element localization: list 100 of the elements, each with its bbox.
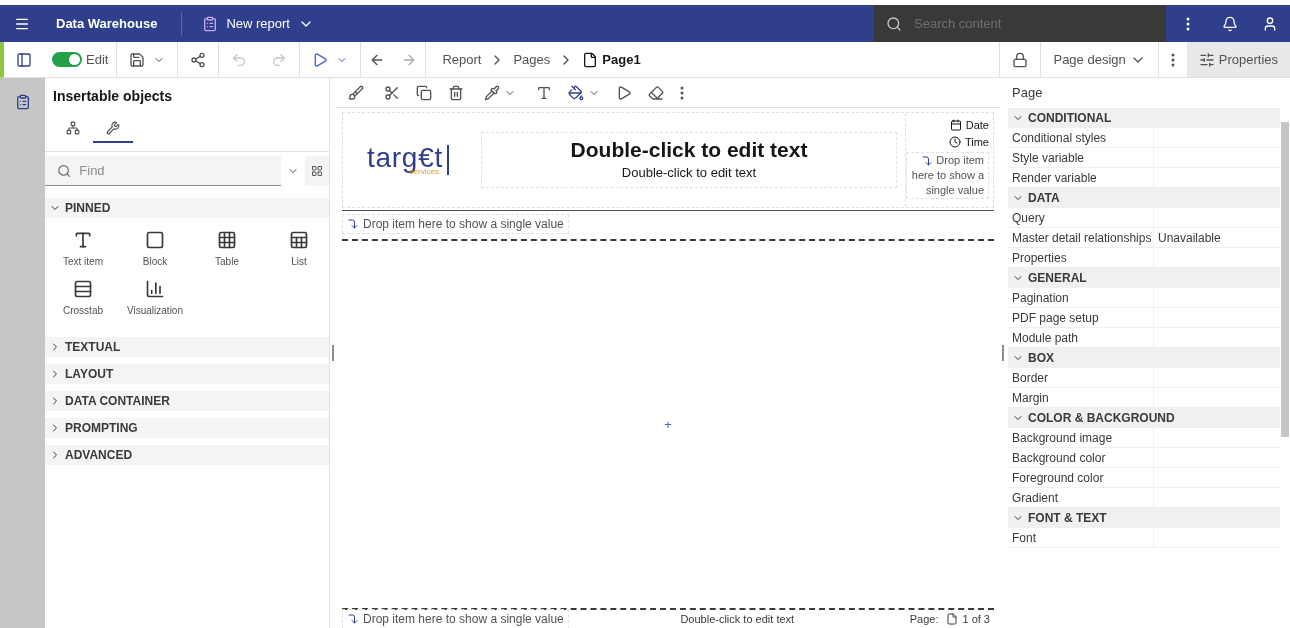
edit-toggle[interactable]: Edit <box>44 49 117 70</box>
copy-icon <box>416 84 432 101</box>
property-value: Unavailable <box>1157 229 1222 247</box>
panel-icon <box>16 51 32 68</box>
property-group-header[interactable]: FONT & TEXT <box>1008 508 1280 528</box>
time-field: Time <box>948 133 989 150</box>
sliders-icon <box>1198 51 1215 68</box>
wrench-icon <box>106 121 120 135</box>
text-item-icon <box>73 230 93 250</box>
crosstab-icon <box>73 279 93 299</box>
report-title-button[interactable]: New report <box>194 13 322 34</box>
arrow-icon <box>347 613 359 625</box>
undo-icon <box>231 51 248 68</box>
find-input[interactable]: Find <box>79 156 269 185</box>
property-name: Style variable <box>1008 148 1154 167</box>
breadcrumb-link[interactable]: Pages <box>513 49 551 70</box>
section-header[interactable]: ADVANCED <box>45 445 329 465</box>
insertable-item[interactable]: Table <box>197 230 257 269</box>
insertable-item[interactable]: Text item <box>53 230 113 269</box>
section-header[interactable]: DATA CONTAINER <box>45 391 329 411</box>
find-field[interactable]: Find <box>45 156 281 186</box>
insertable-item[interactable]: Block <box>125 230 185 269</box>
text-icon <box>536 84 552 101</box>
property-name: Font <box>1008 528 1154 547</box>
clock-icon <box>948 135 961 148</box>
more-icon <box>680 85 684 100</box>
table-icon <box>217 230 237 250</box>
app-name: Data Warehouse <box>55 14 159 33</box>
save-icon <box>129 51 146 68</box>
property-group-header[interactable]: GENERAL <box>1008 268 1280 288</box>
bar-chart-icon <box>145 279 165 299</box>
section-header[interactable]: PROMPTING <box>45 418 329 438</box>
page-icon <box>582 51 599 68</box>
drop-zone[interactable]: Drop item here to show a single value <box>342 609 569 628</box>
drop-zone[interactable]: Drop item here to show a single value <box>906 152 989 199</box>
property-group-header[interactable]: COLOR & BACKGROUND <box>1008 408 1280 428</box>
paint-bucket-icon <box>568 84 584 101</box>
property-name: Border <box>1008 368 1154 387</box>
footer-text[interactable]: Double-click to edit text <box>568 610 906 628</box>
drop-zone[interactable]: Drop item here to show a single value <box>342 214 569 234</box>
property-name: Render variable <box>1008 168 1154 187</box>
list-icon <box>289 230 309 250</box>
property-group-header[interactable]: CONDITIONAL <box>1008 108 1280 128</box>
view-dropdown[interactable]: Page design <box>1040 42 1158 77</box>
eraser-icon <box>648 84 664 101</box>
eyedropper-icon <box>484 84 500 101</box>
property-name: Module path <box>1008 328 1154 347</box>
insertable-item[interactable]: Crosstab <box>53 279 113 318</box>
breadcrumb-link[interactable]: Report <box>442 49 482 70</box>
property-group-header[interactable]: DATA <box>1008 188 1280 208</box>
calendar-icon <box>949 119 962 132</box>
property-group-header[interactable]: BOX <box>1008 348 1280 368</box>
bell-icon <box>1222 15 1238 32</box>
property-name: Properties <box>1008 248 1154 267</box>
redo-icon <box>271 51 288 68</box>
properties-button[interactable]: Properties <box>1186 42 1290 77</box>
page-label: Page: <box>908 611 940 627</box>
properties-title: Page <box>1011 84 1044 103</box>
date-field: Date <box>949 117 989 134</box>
arrow-icon <box>347 218 359 230</box>
search-icon <box>57 162 72 179</box>
clipboard-icon <box>202 15 219 32</box>
play-icon <box>312 51 329 68</box>
grid-view-button[interactable] <box>305 156 329 186</box>
scissors-icon <box>384 84 400 101</box>
more-icon <box>1186 16 1190 31</box>
page-count: 1 of 3 <box>942 610 994 628</box>
property-name: Pagination <box>1008 288 1154 307</box>
section-header[interactable]: TEXTUAL <box>45 337 329 357</box>
panel-title: Insertable objects <box>52 87 174 106</box>
more-icon <box>1170 52 1175 67</box>
property-name: Margin <box>1008 388 1154 407</box>
property-name: Master detail relationships <box>1008 228 1154 247</box>
section-header[interactable]: PINNED <box>45 198 329 218</box>
property-name: PDF page setup <box>1008 308 1154 327</box>
property-name: Gradient <box>1008 488 1154 507</box>
block-icon <box>145 230 165 250</box>
property-name: Background color <box>1008 448 1154 467</box>
property-name: Background image <box>1008 428 1154 447</box>
user-icon <box>1262 15 1278 32</box>
breadcrumb-current[interactable]: Page1 <box>582 49 641 70</box>
arrow-icon <box>921 155 934 168</box>
property-name: Query <box>1008 208 1154 227</box>
insert-marker[interactable]: + <box>664 414 672 435</box>
section-header[interactable]: LAYOUT <box>45 364 329 384</box>
report-title-text[interactable]: Double-click to edit text <box>570 137 808 164</box>
trash-icon <box>448 84 464 101</box>
property-name: Conditional styles <box>1008 128 1154 147</box>
page-icon <box>946 613 959 625</box>
lock-icon <box>1012 51 1029 68</box>
brush-icon <box>348 84 364 101</box>
tree-icon <box>66 121 80 135</box>
insertable-item[interactable]: Visualization <box>125 279 185 318</box>
report-icon <box>14 94 31 110</box>
search-icon <box>886 15 902 32</box>
share-icon <box>190 51 207 68</box>
grid-icon <box>311 165 323 177</box>
property-name: Foreground color <box>1008 468 1154 487</box>
report-subtitle-text[interactable]: Double-click to edit text <box>621 163 757 183</box>
insertable-item[interactable]: List <box>269 230 329 269</box>
